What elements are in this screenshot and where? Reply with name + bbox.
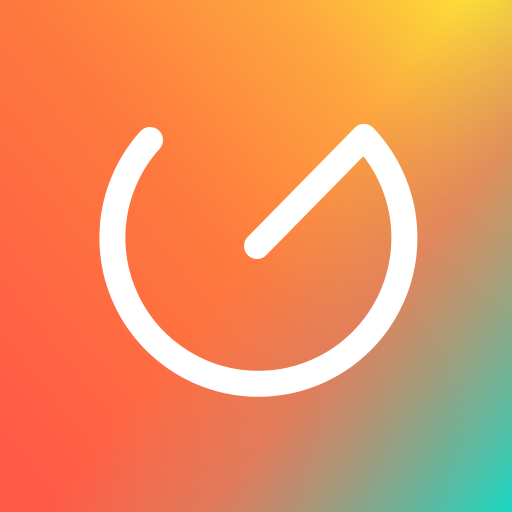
timer-logo-icon	[0, 0, 512, 512]
app-icon	[0, 0, 512, 512]
